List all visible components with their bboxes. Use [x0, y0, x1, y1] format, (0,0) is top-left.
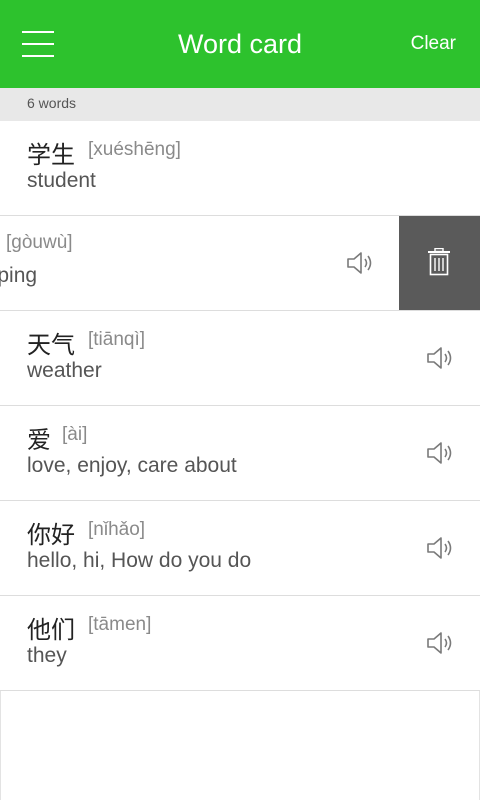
word-count-bar: 6 words [0, 88, 480, 121]
speaker-button[interactable] [426, 629, 456, 657]
word-hanzi: 你好 [27, 522, 75, 549]
word-meaning: love, enjoy, care about [27, 454, 237, 477]
empty-list-area [0, 691, 480, 800]
speaker-icon [427, 442, 452, 464]
word-meaning: they [27, 644, 67, 667]
word-pinyin: [ài] [62, 424, 88, 445]
word-row[interactable]: 他们 [tāmen] they [0, 596, 480, 691]
speaker-icon [427, 537, 452, 559]
speaker-icon [347, 252, 372, 274]
word-row[interactable]: 学生 [xuéshēng] student [0, 121, 480, 216]
page-title: Word card [177, 29, 303, 59]
delete-button[interactable] [399, 216, 480, 310]
word-hanzi: 他们 [27, 617, 75, 644]
word-list: 学生 [xuéshēng] student [gòuwù] opping [0, 121, 480, 691]
word-row[interactable]: 爱 [ài] love, enjoy, care about [0, 406, 480, 501]
word-hanzi: 学生 [27, 142, 75, 169]
speaker-button[interactable] [426, 344, 456, 372]
word-count: 6 words [27, 95, 77, 111]
speaker-button[interactable] [426, 439, 456, 467]
word-meaning: opping [0, 264, 38, 287]
clear-button[interactable]: Clear [411, 0, 456, 88]
word-meaning: student [27, 169, 96, 192]
speaker-button[interactable] [346, 249, 376, 277]
word-meaning: hello, hi, How do you do [27, 549, 252, 572]
word-pinyin: [gòuwù] [6, 232, 73, 253]
word-pinyin: [tāmen] [88, 614, 152, 635]
word-hanzi: 爱 [27, 427, 51, 454]
word-pinyin: [xuéshēng] [88, 139, 181, 160]
word-pinyin: [tiānqì] [88, 329, 146, 350]
word-row-swiped[interactable]: [gòuwù] opping [0, 216, 480, 311]
word-pinyin: [nǐhǎo] [88, 519, 146, 540]
word-meaning: weather [27, 359, 102, 382]
speaker-icon [427, 632, 452, 654]
trash-icon [428, 248, 450, 276]
word-hanzi: 天气 [27, 332, 75, 359]
top-bar: Word card Clear [0, 0, 480, 88]
speaker-button[interactable] [426, 534, 456, 562]
word-row[interactable]: 天气 [tiānqì] weather [0, 311, 480, 406]
word-row[interactable]: 你好 [nǐhǎo] hello, hi, How do you do [0, 501, 480, 596]
speaker-icon [427, 347, 452, 369]
